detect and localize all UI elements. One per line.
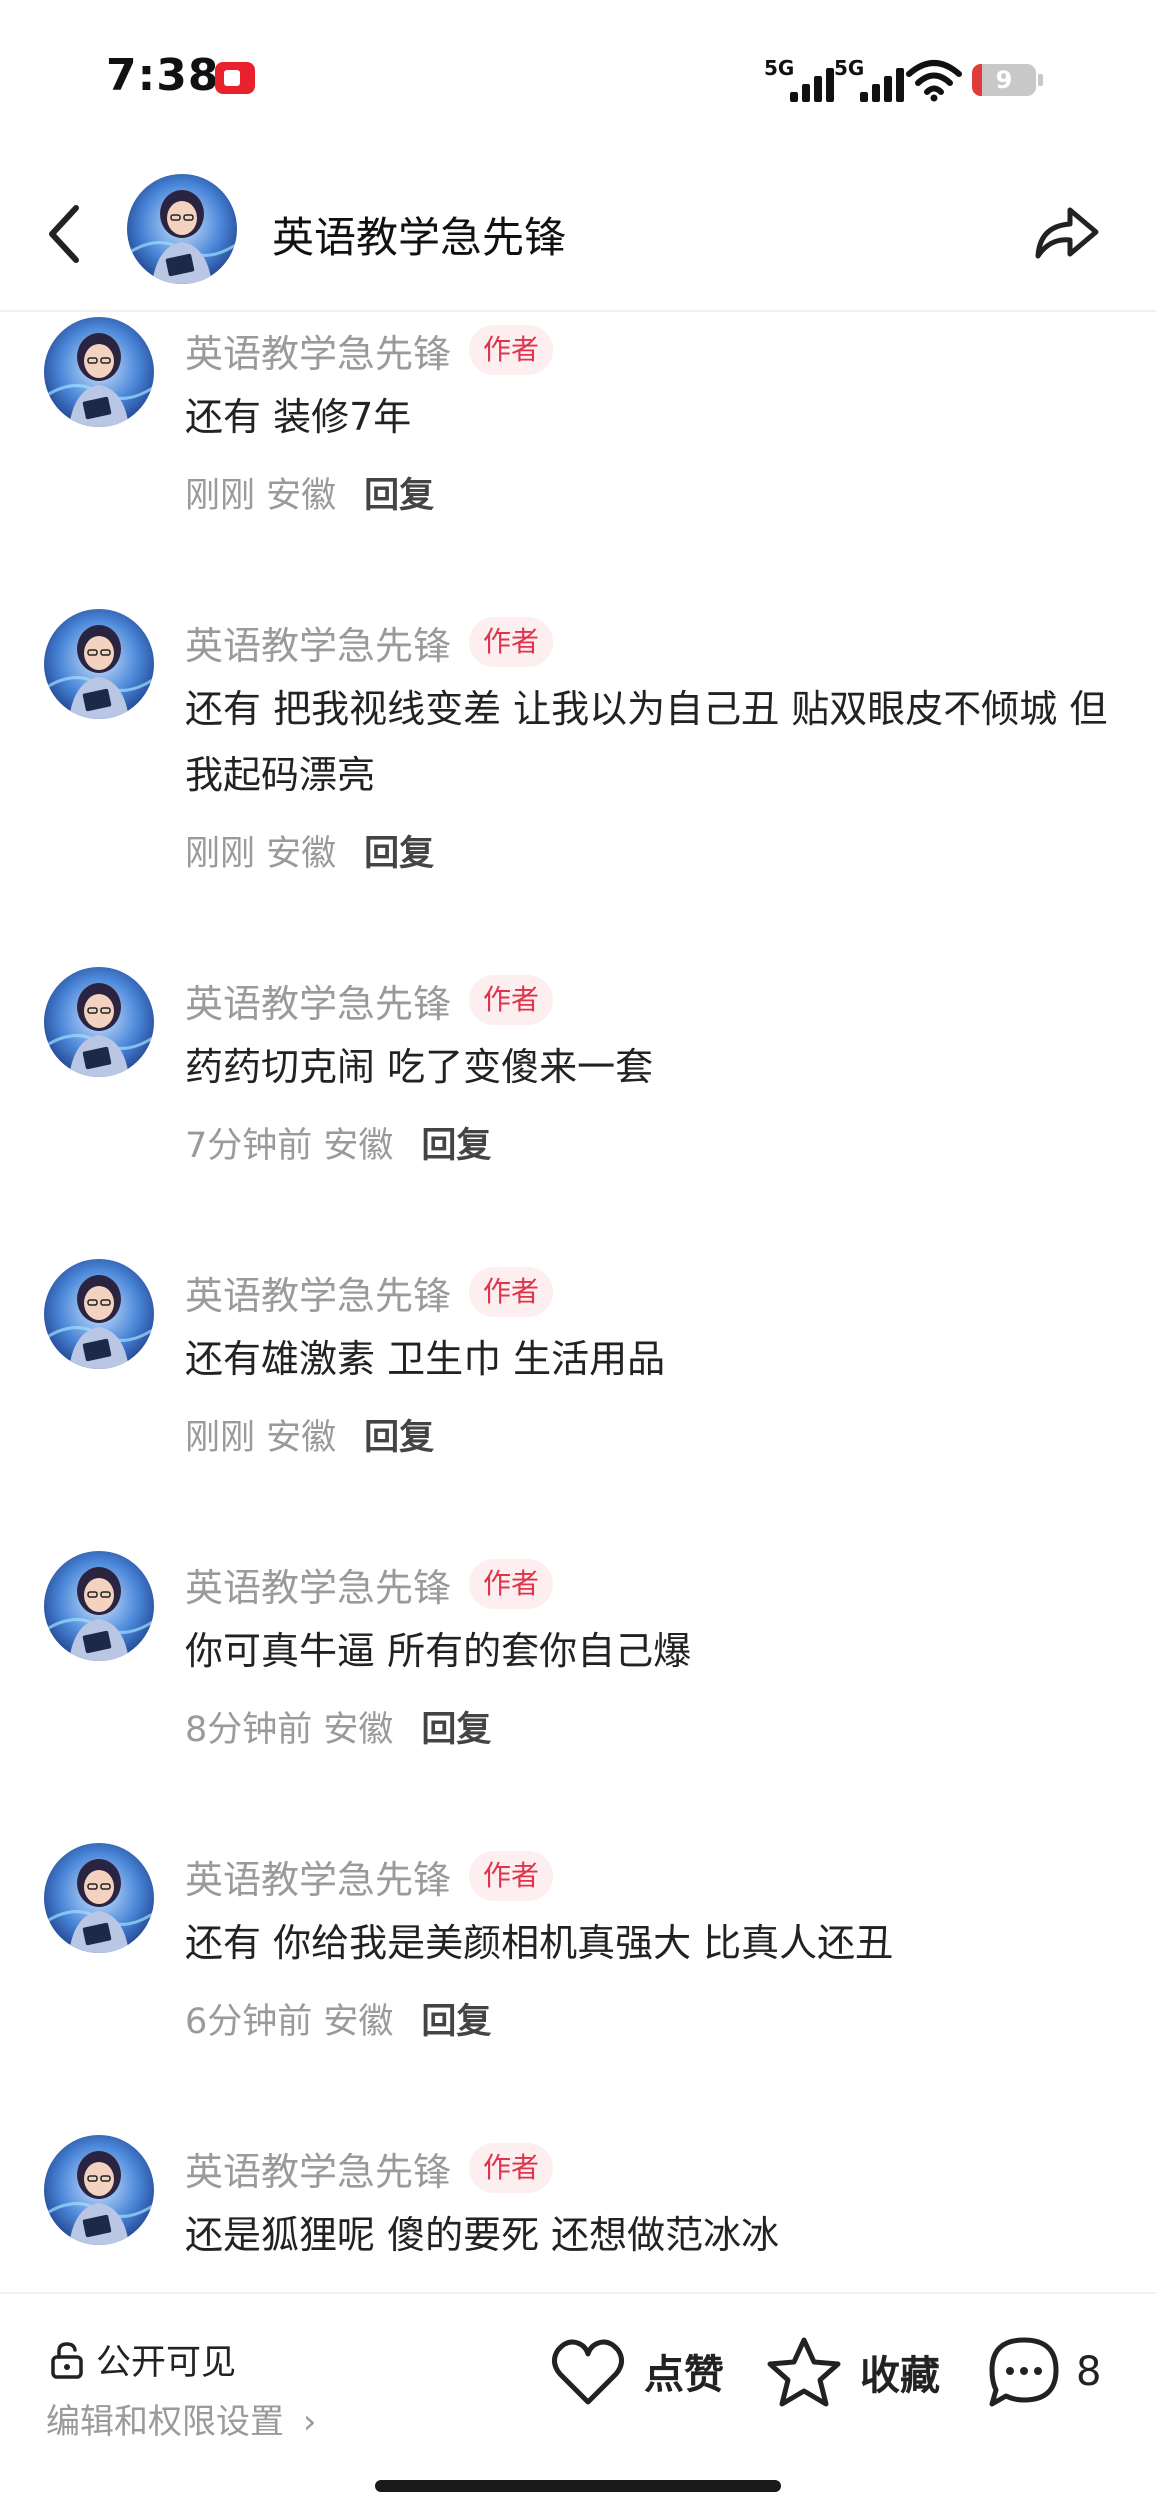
reply-button[interactable]: 回复 [421,1993,491,2044]
reply-button[interactable]: 回复 [364,467,434,518]
comment-meta: 刚刚 安徽 回复 [185,814,1156,886]
commenter-name[interactable]: 英语教学急先锋 [185,973,451,1028]
like-label: 点赞 [644,2352,724,2398]
reply-button[interactable]: 回复 [364,825,434,876]
battery-level: 9 [995,66,1013,94]
home-indicator[interactable] [375,2480,781,2492]
comment-bubble-icon [989,2337,1059,2407]
collect-label: 收藏 [860,2353,940,2399]
status-time: 7:38 [106,50,220,101]
comment-time-location: 6分钟前 安徽 [185,2001,394,2042]
comment-meta: 刚刚 安徽 回复 [185,456,1156,528]
comment-text: 还有 把我视线变差 让我以为自己丑 贴双眼皮不倾城 但我起码漂亮 [185,687,1108,797]
cellular-signal-icon: 5G [764,56,834,106]
commenter-name[interactable]: 英语教学急先锋 [185,2141,451,2196]
cellular-signal-icon: 5G [834,56,904,106]
commenter-avatar[interactable] [44,967,154,1077]
commenter-avatar[interactable] [44,1551,154,1661]
author-avatar[interactable] [127,174,237,284]
battery-cap [1038,74,1043,86]
comment-meta: 6分钟前 安徽 回复 [185,1982,1156,2054]
comment-text: 还有 装修7年 [185,395,412,439]
commenter-name[interactable]: 英语教学急先锋 [185,323,451,378]
visibility-setting[interactable]: 公开可见 [50,2334,236,2385]
page-title: 英语教学急先锋 [272,213,567,262]
comment-text: 还有雄激素 卫生巾 生活用品 [185,1337,666,1381]
commenter-avatar[interactable] [44,317,154,427]
author-badge: 作者 [469,325,554,375]
comment-item[interactable]: 英语教学急先锋 作者 还有 把我视线变差 让我以为自己丑 贴双眼皮不倾城 但我起… [0,604,1156,886]
commenter-name[interactable]: 英语教学急先锋 [185,1849,451,1904]
battery-icon: 9 [972,64,1036,96]
author-badge: 作者 [469,975,554,1025]
bottom-action-bar: 公开可见 编辑和权限设置 › 点赞 收藏 8 [0,2292,1156,2512]
comment-item[interactable]: 英语教学急先锋 作者 还是狐狸呢 傻的要死 还想做范冰冰 [0,2130,1156,2268]
collect-button[interactable]: 收藏 [764,2334,940,2410]
commenter-name[interactable]: 英语教学急先锋 [185,1265,451,1320]
author-badge: 作者 [469,1267,554,1317]
unlock-icon [51,2341,83,2379]
comment-meta: 刚刚 安徽 回复 [185,1398,1156,1470]
heart-icon [552,2339,624,2405]
commenter-name[interactable]: 英语教学急先锋 [185,1557,451,1612]
commenter-avatar[interactable] [44,1259,154,1369]
comment-list: 英语教学急先锋 作者 还有 装修7年 刚刚 安徽 回复 英语教学急先锋 作者 还… [0,312,1156,2292]
comment-meta: 7分钟前 安徽 回复 [185,1106,1156,1178]
comment-item[interactable]: 英语教学急先锋 作者 还有 装修7年 刚刚 安徽 回复 [0,312,1156,528]
commenter-avatar[interactable] [44,609,154,719]
comment-time-location: 8分钟前 安徽 [185,1709,394,1750]
share-icon[interactable] [1030,196,1102,268]
comment-text: 还有 你给我是美颜相机真强大 比真人还丑 [185,1921,894,1965]
comment-button[interactable]: 8 [986,2334,1101,2410]
visibility-label: 公开可见 [96,2343,237,2383]
reply-button[interactable]: 回复 [421,1701,491,1752]
comment-time-location: 刚刚 安徽 [185,475,337,516]
reply-button[interactable]: 回复 [364,1409,434,1460]
commenter-avatar[interactable] [44,1843,154,1953]
comment-text: 药药切克闹 吃了变傻来一套 [185,1045,654,1089]
comment-time-location: 刚刚 安徽 [185,1417,337,1458]
edit-permissions-link[interactable]: 编辑和权限设置 › [46,2394,316,2443]
like-button[interactable]: 点赞 [548,2334,724,2408]
comment-item[interactable]: 英语教学急先锋 作者 还有雄激素 卫生巾 生活用品 刚刚 安徽 回复 [0,1254,1156,1470]
author-badge: 作者 [469,617,554,667]
commenter-name[interactable]: 英语教学急先锋 [185,615,451,670]
commenter-avatar[interactable] [44,2135,154,2245]
reply-button[interactable]: 回复 [421,1117,491,1168]
edit-permissions-label: 编辑和权限设置 [46,2402,284,2442]
chevron-right-icon: › [302,2402,317,2442]
top-nav-bar: 英语教学急先锋 [0,160,1156,312]
back-arrow-icon[interactable] [40,200,88,268]
wifi-icon [906,60,962,102]
comment-count: 8 [1076,2349,1102,2395]
comment-item[interactable]: 英语教学急先锋 作者 你可真牛逼 所有的套你自己爆 8分钟前 安徽 回复 [0,1546,1156,1762]
comment-text: 你可真牛逼 所有的套你自己爆 [185,1629,692,1673]
author-badge: 作者 [469,2143,554,2193]
comment-item[interactable]: 英语教学急先锋 作者 还有 你给我是美颜相机真强大 比真人还丑 6分钟前 安徽 … [0,1838,1156,2054]
screen-record-icon [215,62,255,94]
status-bar: 7:38 5G 5G 9 [0,0,1156,160]
comment-text: 还是狐狸呢 傻的要死 还想做范冰冰 [185,2213,780,2257]
comment-time-location: 刚刚 安徽 [185,833,337,874]
comment-item[interactable]: 英语教学急先锋 作者 药药切克闹 吃了变傻来一套 7分钟前 安徽 回复 [0,962,1156,1178]
author-badge: 作者 [469,1559,554,1609]
comment-meta: 8分钟前 安徽 回复 [185,1690,1156,1762]
star-icon [767,2337,841,2407]
comment-time-location: 7分钟前 安徽 [185,1125,394,1166]
author-badge: 作者 [469,1851,554,1901]
